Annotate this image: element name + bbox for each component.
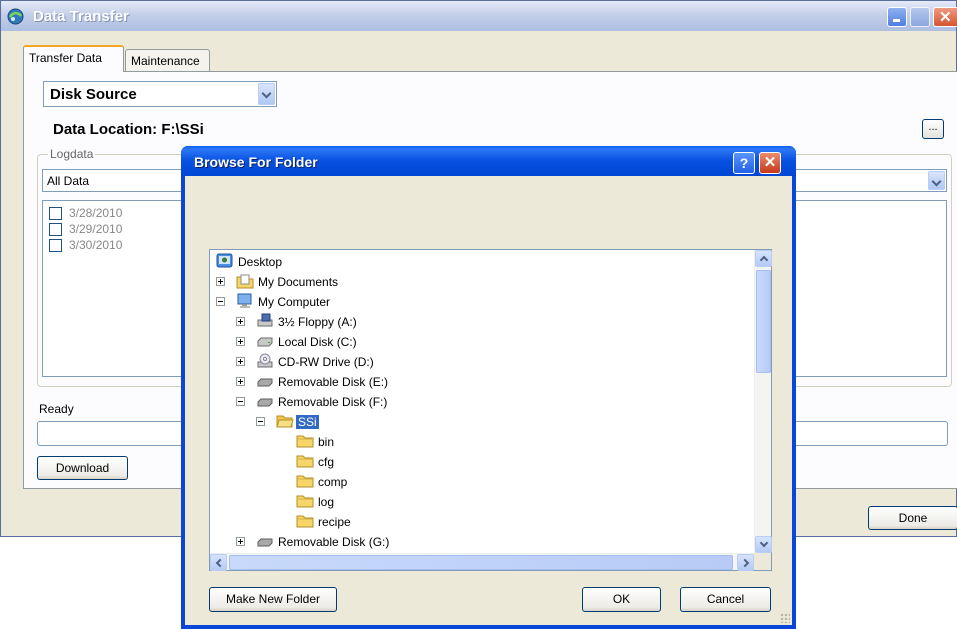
tree-item-label: CD-RW Drive (D:) — [278, 355, 374, 369]
dialog-body: Desktop My Documents My Computer 3½ Floppy … — [185, 176, 792, 625]
main-title-bar[interactable]: Data Transfer — [1, 1, 957, 31]
removable-disk-icon — [256, 533, 274, 549]
folder-tree[interactable]: Desktop My Documents My Computer 3½ Floppy … — [209, 249, 772, 571]
date-checkbox[interactable] — [49, 239, 62, 252]
scroll-down-button[interactable] — [755, 536, 772, 553]
help-button[interactable]: ? — [733, 152, 755, 174]
logdata-filter-value: All Data — [47, 174, 90, 188]
dialog-close-button[interactable]: ✕ — [759, 152, 781, 174]
tree-item-label: SSi — [296, 415, 319, 429]
folder-icon — [296, 493, 314, 509]
tab-maintenance-label: Maintenance — [131, 54, 200, 68]
dialog-title-bar[interactable]: Browse For Folder ? ✕ — [181, 146, 796, 176]
collapse-icon[interactable] — [216, 297, 225, 306]
make-new-folder-button[interactable]: Make New Folder — [209, 587, 337, 612]
cd-drive-icon — [256, 353, 274, 369]
tree-item-label: 3½ Floppy (A:) — [278, 315, 357, 329]
horizontal-scrollbar[interactable] — [210, 553, 754, 571]
ok-button[interactable]: OK — [582, 587, 661, 612]
floppy-drive-icon — [256, 313, 274, 329]
tab-transfer-data[interactable]: Transfer Data — [23, 45, 124, 72]
browse-folder-dialog: Browse For Folder ? ✕ Desktop My Document… — [181, 146, 796, 629]
tree-item-label: My Documents — [258, 275, 339, 289]
resize-grip-icon[interactable] — [780, 613, 790, 623]
tree-item-label: Desktop — [238, 255, 283, 269]
date-checkbox[interactable] — [49, 223, 62, 236]
hard-disk-icon — [256, 333, 274, 349]
folder-icon — [296, 433, 314, 449]
horizontal-scroll-thumb[interactable] — [229, 555, 733, 570]
tree-item-label: cfg — [318, 455, 335, 469]
date-label: 3/29/2010 — [69, 222, 123, 236]
tree-item-label: My Computer — [258, 295, 331, 309]
tree-item-label: recipe — [318, 515, 351, 529]
tree-item-label: Removable Disk (F:) — [278, 395, 388, 409]
folder-icon — [296, 513, 314, 529]
date-label: 3/30/2010 — [69, 238, 123, 252]
date-label: 3/28/2010 — [69, 206, 123, 220]
main-close-button[interactable] — [933, 7, 957, 27]
download-button[interactable]: Download — [37, 456, 128, 480]
expand-icon[interactable] — [216, 277, 225, 286]
expand-icon[interactable] — [236, 377, 245, 386]
status-label: Ready — [39, 402, 74, 416]
tab-transfer-data-label: Transfer Data — [29, 51, 102, 65]
scroll-up-button[interactable] — [755, 250, 772, 267]
folder-icon — [296, 473, 314, 489]
expand-icon[interactable] — [236, 357, 245, 366]
browse-location-button[interactable]: ... — [922, 119, 944, 139]
tab-maintenance[interactable]: Maintenance — [125, 49, 210, 72]
expand-icon[interactable] — [236, 537, 245, 546]
collapse-icon[interactable] — [236, 397, 245, 406]
folder-open-icon — [276, 413, 294, 429]
date-checkbox[interactable] — [49, 207, 62, 220]
vertical-scroll-thumb[interactable] — [756, 270, 771, 373]
tree-item-label: Local Disk (C:) — [278, 335, 357, 349]
tree-item-label: Removable Disk (E:) — [278, 375, 389, 389]
scroll-corner — [754, 553, 771, 570]
logdata-legend: Logdata — [48, 147, 96, 161]
desktop-icon — [216, 253, 234, 269]
tree-item-label: Removable Disk (G:) — [278, 535, 390, 549]
expand-icon[interactable] — [236, 317, 245, 326]
collapse-icon[interactable] — [256, 417, 265, 426]
vertical-scrollbar[interactable] — [754, 250, 772, 553]
source-select-value: Disk Source — [50, 86, 137, 103]
tree-item-label: log — [318, 495, 335, 509]
tree-item-label: bin — [318, 435, 335, 449]
expand-icon[interactable] — [236, 337, 245, 346]
folder-documents-icon — [236, 273, 254, 289]
scroll-right-button[interactable] — [737, 554, 754, 571]
removable-disk-icon — [256, 373, 274, 389]
source-select[interactable]: Disk Source — [43, 81, 277, 107]
minimize-button[interactable] — [887, 7, 907, 27]
chevron-down-icon[interactable] — [258, 83, 275, 105]
tree-item-label: comp — [318, 475, 348, 489]
removable-disk-icon — [256, 393, 274, 409]
computer-icon — [236, 293, 254, 309]
chevron-down-icon[interactable] — [928, 171, 945, 190]
cancel-button[interactable]: Cancel — [680, 587, 771, 612]
app-icon — [7, 8, 24, 25]
scroll-left-button[interactable] — [210, 554, 227, 571]
dialog-title: Browse For Folder — [194, 154, 318, 170]
done-button[interactable]: Done — [868, 506, 957, 530]
maximize-button[interactable] — [910, 7, 930, 27]
main-window-title: Data Transfer — [33, 8, 129, 25]
data-location-label: Data Location: F:\SSi — [53, 121, 204, 138]
folder-icon — [296, 453, 314, 469]
